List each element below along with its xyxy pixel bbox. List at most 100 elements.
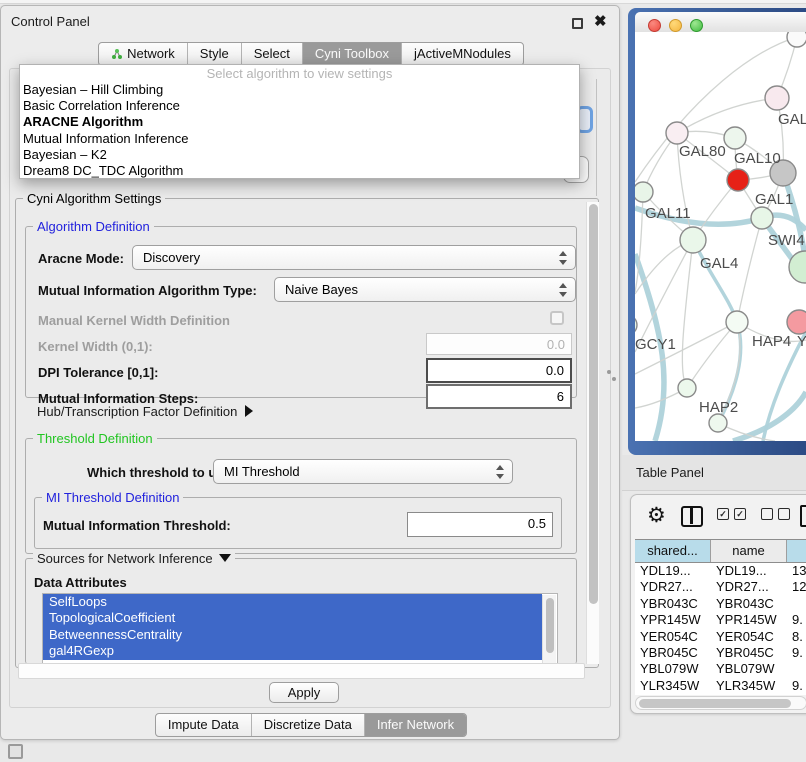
table-row[interactable]: YPR145WYPR145W9. — [635, 612, 806, 628]
data-attributes-label: Data Attributes — [34, 575, 127, 590]
tab-jactivemnodules[interactable]: jActiveMNodules — [402, 43, 523, 65]
dropdown-item[interactable]: Dream8 DC_TDC Algorithm — [20, 163, 579, 179]
apply-button[interactable]: Apply — [269, 682, 339, 703]
attribute-list-item-selected[interactable]: gal4RGexp — [43, 643, 542, 659]
table-row[interactable]: YBL079WYBL079W — [635, 661, 806, 677]
network-node[interactable] — [724, 127, 746, 149]
network-node[interactable] — [709, 414, 727, 432]
tab-label: Select — [254, 46, 290, 61]
network-node[interactable] — [635, 182, 653, 202]
network-edge[interactable] — [737, 218, 762, 322]
network-node-label: SWI4 — [768, 232, 805, 249]
panel-splitter-handle[interactable] — [607, 370, 611, 374]
table-panel-title: Table Panel — [636, 465, 704, 480]
close-traffic-light-icon[interactable] — [648, 19, 661, 32]
table-scrollbar-thumb[interactable] — [639, 699, 791, 708]
dropdown-item[interactable]: Bayesian – Hill Climbing — [20, 82, 579, 98]
gear-icon[interactable]: ⚙ — [647, 503, 666, 528]
mi-type-combo[interactable]: Naive Bayes — [274, 277, 576, 302]
checked-box-icon[interactable]: ✓ — [734, 508, 746, 520]
tab-label: Cyni Toolbox — [315, 46, 389, 61]
network-node[interactable] — [726, 311, 748, 333]
mi-steps-field[interactable]: 6 — [426, 384, 572, 409]
network-node[interactable] — [787, 32, 806, 47]
mi-threshold-title: MI Threshold Definition — [42, 490, 183, 505]
network-node[interactable] — [765, 86, 789, 110]
tab-impute-data[interactable]: Impute Data — [156, 714, 252, 736]
cyni-algorithm-settings-title: Cyni Algorithm Settings — [23, 191, 165, 206]
manual-kernel-checkbox[interactable] — [550, 311, 564, 325]
dropdown-item[interactable]: Mutual Information Inference — [20, 131, 579, 147]
zoom-traffic-light-icon[interactable] — [690, 19, 703, 32]
network-node[interactable] — [678, 379, 696, 397]
table-cell — [787, 596, 806, 612]
tab-label: Infer Network — [377, 717, 454, 732]
table-row[interactable]: YBR045CYBR045C9. — [635, 645, 806, 661]
table-row[interactable]: YLR345WYLR345W9. — [635, 678, 806, 694]
network-edge[interactable] — [682, 240, 693, 388]
tab-label: Discretize Data — [264, 717, 352, 732]
checked-box-icon[interactable]: ✓ — [717, 508, 729, 520]
attribute-list-item-selected[interactable]: TopologicalCoefficient — [43, 610, 542, 626]
attribute-list-item-selected[interactable]: SelfLoops — [43, 594, 542, 610]
tab-discretize-data[interactable]: Discretize Data — [252, 714, 365, 736]
close-icon[interactable]: ✖ — [594, 12, 607, 30]
network-canvas[interactable]: GALGAL80GAL10GAL1GAL11SWI4GAL4HAP4YGCY1H… — [635, 32, 806, 441]
attributes-scrollbar-thumb[interactable] — [546, 598, 554, 653]
tab-network[interactable]: Network — [99, 43, 188, 65]
settings-scrollbar-thumb[interactable] — [589, 204, 598, 604]
attributes-scrollbar[interactable] — [542, 595, 556, 667]
network-node[interactable] — [787, 310, 806, 334]
tab-cyni-toolbox[interactable]: Cyni Toolbox — [303, 43, 402, 65]
which-threshold-combo[interactable]: MI Threshold — [213, 459, 513, 484]
unchecked-box-icon[interactable] — [778, 508, 790, 520]
network-node[interactable] — [635, 315, 637, 335]
table-cell: 9. — [787, 694, 806, 695]
dropdown-item[interactable]: ARACNE Algorithm — [20, 114, 579, 130]
kernel-width-label: Kernel Width (0,1): — [38, 339, 153, 354]
threshold-definition-group: Which threshold to use: MI Threshold Mut… — [25, 438, 577, 554]
bottom-tab-bar: Impute Data Discretize Data Infer Network — [155, 713, 467, 737]
settings-scrollbar[interactable] — [586, 202, 599, 664]
unchecked-box-icon[interactable] — [761, 508, 773, 520]
table-row[interactable]: YDL19...YDL19...13 — [635, 563, 806, 579]
mi-threshold-field[interactable]: 0.5 — [407, 512, 553, 537]
kernel-width-field[interactable]: 0.0 — [426, 333, 572, 355]
restore-panel-icon[interactable] — [8, 744, 23, 759]
network-node[interactable] — [751, 207, 773, 229]
table-row[interactable]: YBR043CYBR043C — [635, 596, 806, 612]
network-node-label: HAP2 — [699, 399, 738, 416]
document-icon[interactable] — [800, 505, 806, 527]
dropdown-item[interactable]: Basic Correlation Inference — [20, 98, 579, 114]
column-header-name[interactable]: name — [711, 540, 787, 562]
attribute-list-item-selected[interactable]: BetweennessCentrality — [43, 627, 542, 643]
tab-select[interactable]: Select — [242, 43, 303, 65]
aracne-mode-combo[interactable]: Discovery — [132, 245, 576, 270]
table-cell: YBR045C — [635, 645, 711, 661]
network-edge[interactable] — [677, 98, 777, 133]
column-layout-icon[interactable] — [681, 506, 703, 527]
tab-label: Network — [127, 46, 175, 61]
table-row[interactable]: YIL052CYIL052C9. — [635, 694, 806, 695]
hub-definition-toggle[interactable]: Hub/Transcription Factor Definition — [37, 404, 253, 419]
network-node[interactable] — [666, 122, 688, 144]
settings-horizontal-scrollbar[interactable] — [18, 663, 585, 679]
dpi-tolerance-field[interactable]: 0.0 — [426, 358, 572, 383]
obscured-group-border — [596, 79, 597, 196]
network-node[interactable] — [680, 227, 706, 253]
table-horizontal-scrollbar[interactable] — [635, 696, 806, 710]
table-row[interactable]: YDR27...YDR27...12 — [635, 579, 806, 595]
minimize-traffic-light-icon[interactable] — [669, 19, 682, 32]
dropdown-item[interactable]: Bayesian – K2 — [20, 147, 579, 163]
tab-style[interactable]: Style — [188, 43, 242, 65]
column-header-partial[interactable] — [787, 540, 806, 562]
panel-splitter-handle[interactable] — [612, 377, 616, 381]
network-node-label: GAL11 — [645, 205, 691, 222]
network-edge[interactable] — [687, 322, 737, 388]
table-row[interactable]: YER054CYER054C8. — [635, 629, 806, 645]
column-header-shared[interactable]: shared... — [635, 540, 711, 562]
aracne-mode-value: Discovery — [143, 250, 200, 265]
tab-infer-network[interactable]: Infer Network — [365, 714, 466, 736]
float-window-icon[interactable] — [572, 18, 583, 29]
network-node[interactable] — [727, 169, 749, 191]
